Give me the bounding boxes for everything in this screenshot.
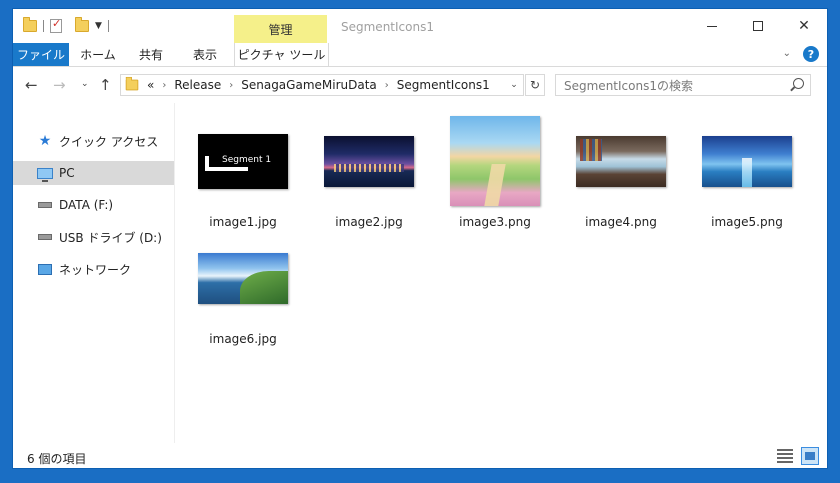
thumbnail-image (198, 252, 288, 304)
segment-shape (205, 166, 248, 171)
toolbar-separator (43, 20, 44, 32)
thumbnail-image (576, 135, 666, 187)
recent-locations-icon[interactable]: ⌄ (81, 79, 89, 89)
thumbnail-frame (566, 111, 676, 211)
refresh-icon[interactable]: ↻ (525, 74, 545, 96)
minimize-icon (707, 25, 717, 27)
tab-view[interactable]: 表示 (181, 43, 229, 66)
toolbar-separator (107, 20, 109, 32)
file-item[interactable]: Segment 1 image1.jpg (188, 111, 298, 229)
thumbnail-frame (440, 111, 550, 211)
thumbnail-frame (314, 111, 424, 211)
maximize-button[interactable] (735, 9, 781, 43)
search-icon[interactable] (793, 78, 804, 89)
address-bar[interactable]: « › Release › SenagaGameMiruData › Segme… (120, 74, 524, 96)
nav-item-network[interactable]: ネットワーク (13, 257, 174, 281)
navigation-pane: ★ クイック アクセス PC DATA (F:) USB ドライブ (D:) ネ… (13, 103, 175, 443)
details-view-icon[interactable] (777, 449, 793, 463)
usb-drive-icon (37, 230, 53, 244)
folder-icon (125, 76, 139, 91)
expand-ribbon-icon[interactable]: ⌄ (783, 48, 791, 59)
customize-toolbar-icon[interactable]: ▼ (95, 21, 102, 31)
chevron-right-icon: › (384, 79, 389, 91)
pc-icon (37, 166, 53, 182)
chevron-right-icon: › (162, 79, 167, 91)
thumbnail-frame (188, 228, 298, 328)
chevron-right-icon: › (229, 79, 234, 91)
tab-home[interactable]: ホーム (73, 43, 123, 66)
navigation-bar: ← → ⌄ ↑ « › Release › SenagaGameMiruData… (13, 67, 827, 103)
maximize-icon (753, 21, 763, 31)
network-icon (37, 262, 53, 276)
file-item[interactable]: image2.jpg (314, 111, 424, 229)
nav-item-label: USB ドライブ (D:) (59, 230, 162, 245)
nav-item-pc[interactable]: PC (13, 161, 174, 185)
breadcrumb-senagagamemirudata[interactable]: SenagaGameMiruData (241, 78, 377, 92)
file-item[interactable]: image3.png (440, 111, 550, 229)
status-bar: 6 個の項目 (13, 443, 827, 468)
file-name: image2.jpg (335, 215, 403, 229)
title-bar: ▼ 管理 SegmentIcons1 ✕ (13, 9, 827, 43)
file-item[interactable]: image4.png (566, 111, 676, 229)
drive-icon (37, 198, 53, 212)
nav-item-label: DATA (F:) (59, 198, 114, 212)
breadcrumb-segmenticons1[interactable]: SegmentIcons1 (397, 78, 490, 92)
thumbnail-image (324, 135, 414, 187)
thumbnail-image (450, 116, 540, 206)
thumbnail-frame (692, 111, 802, 211)
tab-file[interactable]: ファイル (13, 43, 69, 66)
close-icon: ✕ (798, 18, 810, 34)
file-name: image4.png (585, 215, 657, 229)
thumbnail-image (702, 135, 792, 187)
star-icon: ★ (38, 133, 52, 149)
forward-arrow-icon[interactable]: → (53, 76, 66, 94)
new-folder-icon[interactable] (75, 17, 89, 32)
quick-access-toolbar: ▼ (23, 17, 115, 35)
window-title: SegmentIcons1 (341, 20, 434, 34)
thumbnail-image: Segment 1 (198, 133, 288, 189)
thumbnail-caption: Segment 1 (222, 154, 272, 165)
close-button[interactable]: ✕ (781, 9, 827, 43)
search-box[interactable] (555, 74, 811, 96)
file-item[interactable]: image6.jpg (188, 228, 298, 346)
nav-item-data-drive[interactable]: DATA (F:) (13, 193, 174, 217)
back-arrow-icon[interactable]: ← (25, 76, 38, 94)
tab-share[interactable]: 共有 (127, 43, 175, 66)
manage-tab[interactable]: 管理 (234, 15, 327, 43)
properties-icon[interactable] (50, 17, 62, 33)
file-name: image5.png (711, 215, 783, 229)
file-name: image6.jpg (209, 332, 277, 346)
item-count: 6 個の項目 (27, 452, 87, 466)
ribbon-tabs: ファイル ホーム 共有 表示 ピクチャ ツール ⌄ ? (13, 43, 827, 67)
thumbnail-frame: Segment 1 (188, 111, 298, 211)
nav-item-quick-access[interactable]: ★ クイック アクセス (13, 129, 174, 153)
file-name: image3.png (459, 215, 531, 229)
search-input[interactable] (562, 76, 786, 96)
file-item[interactable]: image5.png (692, 111, 802, 229)
nav-item-label: PC (59, 166, 75, 180)
nav-item-label: ネットワーク (59, 262, 132, 277)
breadcrumb-release[interactable]: Release (174, 78, 221, 92)
file-name: image1.jpg (209, 215, 277, 229)
nav-item-usb-drive[interactable]: USB ドライブ (D:) (13, 225, 174, 249)
up-arrow-icon[interactable]: ↑ (99, 76, 112, 94)
help-icon[interactable]: ? (803, 46, 819, 62)
large-icons-view-icon[interactable] (801, 447, 819, 465)
explorer-window: ▼ 管理 SegmentIcons1 ✕ ファイル ホーム 共有 表示 ピクチャ… (12, 8, 828, 469)
tab-picture-tools[interactable]: ピクチャ ツール (234, 43, 329, 66)
nav-item-label: クイック アクセス (59, 134, 159, 149)
breadcrumb-overflow[interactable]: « (147, 78, 154, 92)
minimize-button[interactable] (689, 9, 735, 43)
chevron-down-icon[interactable]: ⌄ (504, 74, 524, 96)
folder-icon[interactable] (23, 17, 37, 32)
file-list: Segment 1 image1.jpg image2.jpg image3.p… (176, 103, 827, 443)
